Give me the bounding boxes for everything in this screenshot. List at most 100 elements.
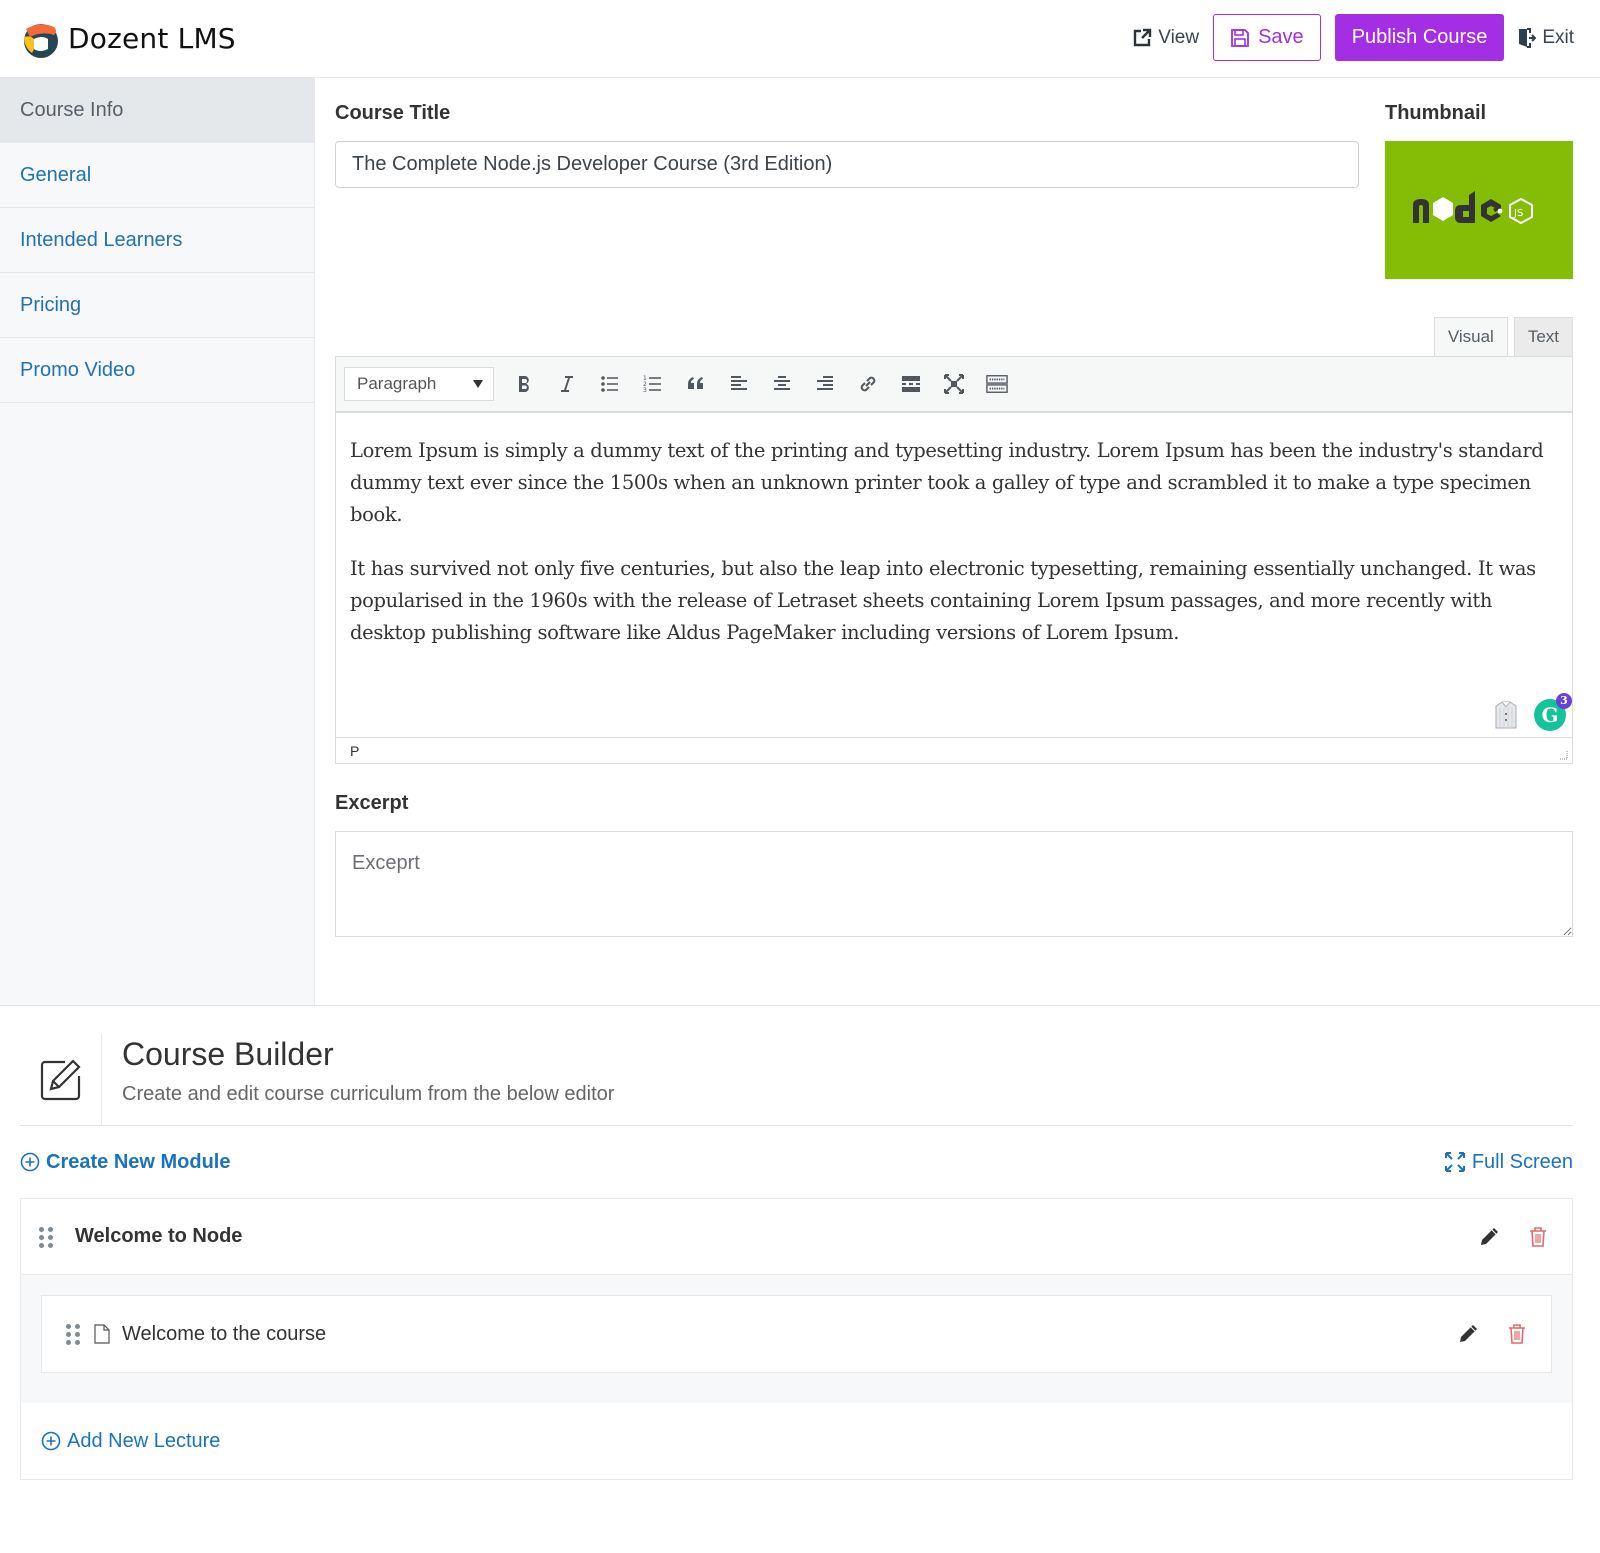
tab-visual[interactable]: Visual bbox=[1433, 317, 1508, 356]
blockquote-icon bbox=[687, 377, 703, 389]
save-button[interactable]: Save bbox=[1213, 14, 1321, 61]
create-module-label: Create New Module bbox=[46, 1150, 231, 1173]
shirt-icon[interactable] bbox=[1492, 700, 1520, 730]
distraction-free-button[interactable] bbox=[932, 364, 975, 404]
align-right-button[interactable] bbox=[803, 364, 846, 404]
edit-lecture-button[interactable] bbox=[1457, 1323, 1479, 1345]
header-actions: View Save Publish Course Exit bbox=[1132, 14, 1574, 61]
sidebar-item-general[interactable]: General bbox=[0, 143, 314, 208]
italic-button[interactable] bbox=[545, 364, 588, 404]
expand-icon bbox=[1444, 1152, 1465, 1172]
bullet-list-button[interactable] bbox=[588, 364, 631, 404]
module-title: Welcome to Node bbox=[75, 1225, 243, 1247]
builder-actions: Create New Module Full Screen bbox=[20, 1126, 1573, 1198]
delete-lecture-button[interactable] bbox=[1507, 1323, 1527, 1345]
read-more-button[interactable] bbox=[889, 364, 932, 404]
trash-icon bbox=[1530, 1226, 1546, 1247]
thumbnail-image[interactable]: JS bbox=[1385, 141, 1573, 279]
external-link-icon bbox=[1134, 28, 1152, 46]
builder-icon-wrap bbox=[20, 1034, 102, 1125]
full-screen-label: Full Screen bbox=[1471, 1150, 1573, 1173]
thumbnail-group: Thumbnail JS bbox=[1385, 102, 1573, 279]
dozent-logo-icon bbox=[24, 23, 58, 58]
lecture-list: Welcome to the course bbox=[21, 1275, 1572, 1403]
create-new-module-button[interactable]: Create New Module bbox=[20, 1151, 230, 1174]
numbered-list-icon: 123 bbox=[643, 375, 661, 394]
exit-label: Exit bbox=[1542, 26, 1574, 48]
sidebar: Course Info General Intended Learners Pr… bbox=[0, 78, 315, 1005]
drag-handle-icon[interactable] bbox=[39, 1226, 53, 1248]
bold-icon bbox=[518, 376, 529, 392]
course-title-label: Course Title bbox=[335, 102, 451, 124]
excerpt-label: Excerpt bbox=[335, 792, 409, 814]
editor-content[interactable]: Lorem Ipsum is simply a dummy text of th… bbox=[336, 413, 1572, 737]
editor-statusbar: P bbox=[336, 737, 1572, 763]
add-new-lecture-button[interactable]: Add New Lecture bbox=[21, 1403, 1572, 1479]
bullet-list-icon bbox=[600, 376, 618, 392]
sidebar-item-promo-video[interactable]: Promo Video bbox=[0, 338, 314, 403]
format-select[interactable]: Paragraph bbox=[344, 367, 494, 401]
insert-link-button[interactable] bbox=[846, 364, 889, 404]
bold-button[interactable] bbox=[502, 364, 545, 404]
pencil-icon bbox=[1481, 1227, 1498, 1245]
trash-icon bbox=[1509, 1324, 1525, 1344]
tab-text[interactable]: Text bbox=[1513, 317, 1573, 356]
add-lecture-label: Add New Lecture bbox=[67, 1429, 221, 1452]
toolbar-toggle-icon bbox=[985, 375, 1008, 393]
plus-circle-icon bbox=[20, 1152, 40, 1172]
editor-toolbar: Paragraph 123 bbox=[336, 357, 1572, 413]
logo[interactable]: Dozent LMS bbox=[20, 19, 236, 59]
editor-mode-tabs: Visual Text bbox=[335, 317, 1573, 356]
align-right-icon bbox=[816, 376, 833, 390]
lecture-actions bbox=[1457, 1323, 1551, 1345]
view-label: View bbox=[1158, 26, 1200, 48]
rich-text-editor: Paragraph 123 Lorem Ipsum is simply a du… bbox=[335, 356, 1573, 764]
builder-subtitle: Create and edit course curriculum from t… bbox=[122, 1083, 615, 1105]
sidebar-item-course-info[interactable]: Course Info bbox=[0, 78, 314, 143]
course-title-group: Course Title bbox=[335, 102, 1359, 279]
brand-name: Dozent LMS bbox=[68, 22, 236, 55]
plus-circle-icon bbox=[41, 1431, 61, 1451]
pencil-icon bbox=[1460, 1325, 1477, 1342]
italic-icon bbox=[560, 376, 573, 392]
lecture-title: Welcome to the course bbox=[122, 1322, 327, 1345]
course-title-input[interactable] bbox=[335, 141, 1359, 188]
document-icon bbox=[94, 1324, 110, 1344]
exit-button[interactable]: Exit bbox=[1518, 27, 1574, 49]
delete-module-button[interactable] bbox=[1528, 1226, 1548, 1248]
course-builder: Course Builder Create and edit course cu… bbox=[0, 1006, 1600, 1480]
title-thumbnail-row: Course Title Thumbnail JS bbox=[335, 102, 1573, 279]
grammarly-count-badge: 3 bbox=[1556, 693, 1572, 709]
edit-module-button[interactable] bbox=[1478, 1226, 1500, 1248]
edit-square-icon bbox=[40, 1058, 81, 1100]
sidebar-item-pricing[interactable]: Pricing bbox=[0, 273, 314, 338]
editor-paragraph: It has survived not only five centuries,… bbox=[350, 557, 1536, 644]
drag-handle-icon[interactable] bbox=[66, 1324, 80, 1345]
caret-down-icon bbox=[473, 380, 483, 388]
element-path[interactable]: P bbox=[350, 743, 359, 759]
numbered-list-button[interactable]: 123 bbox=[631, 364, 674, 404]
align-left-button[interactable] bbox=[717, 364, 760, 404]
fullscreen-icon bbox=[943, 374, 964, 394]
save-label: Save bbox=[1258, 26, 1304, 48]
module-actions bbox=[1478, 1226, 1572, 1248]
thumbnail-badge-text: JS bbox=[1513, 208, 1523, 219]
toolbar-toggle-button[interactable] bbox=[975, 364, 1018, 404]
publish-course-button[interactable]: Publish Course bbox=[1334, 14, 1505, 61]
lecture-item[interactable]: Welcome to the course bbox=[41, 1295, 1552, 1373]
align-center-button[interactable] bbox=[760, 364, 803, 404]
view-button[interactable]: View bbox=[1132, 27, 1199, 49]
resize-handle-icon[interactable] bbox=[1556, 748, 1568, 760]
editor-paragraph: Lorem Ipsum is simply a dummy text of th… bbox=[350, 439, 1544, 526]
grammarly-button[interactable]: G 3 bbox=[1534, 693, 1572, 731]
floppy-disk-icon bbox=[1231, 28, 1249, 47]
full-screen-button[interactable]: Full Screen bbox=[1444, 1151, 1573, 1174]
thumbnail-label: Thumbnail bbox=[1385, 102, 1487, 124]
excerpt-textarea[interactable] bbox=[335, 831, 1573, 937]
blockquote-button[interactable] bbox=[674, 364, 717, 404]
sidebar-item-intended-learners[interactable]: Intended Learners bbox=[0, 208, 314, 273]
svg-text:3: 3 bbox=[643, 387, 647, 394]
course-editor-area: Course Info General Intended Learners Pr… bbox=[0, 78, 1600, 1006]
format-select-value: Paragraph bbox=[357, 374, 437, 393]
course-info-panel: Course Title Thumbnail JS bbox=[315, 78, 1600, 1005]
